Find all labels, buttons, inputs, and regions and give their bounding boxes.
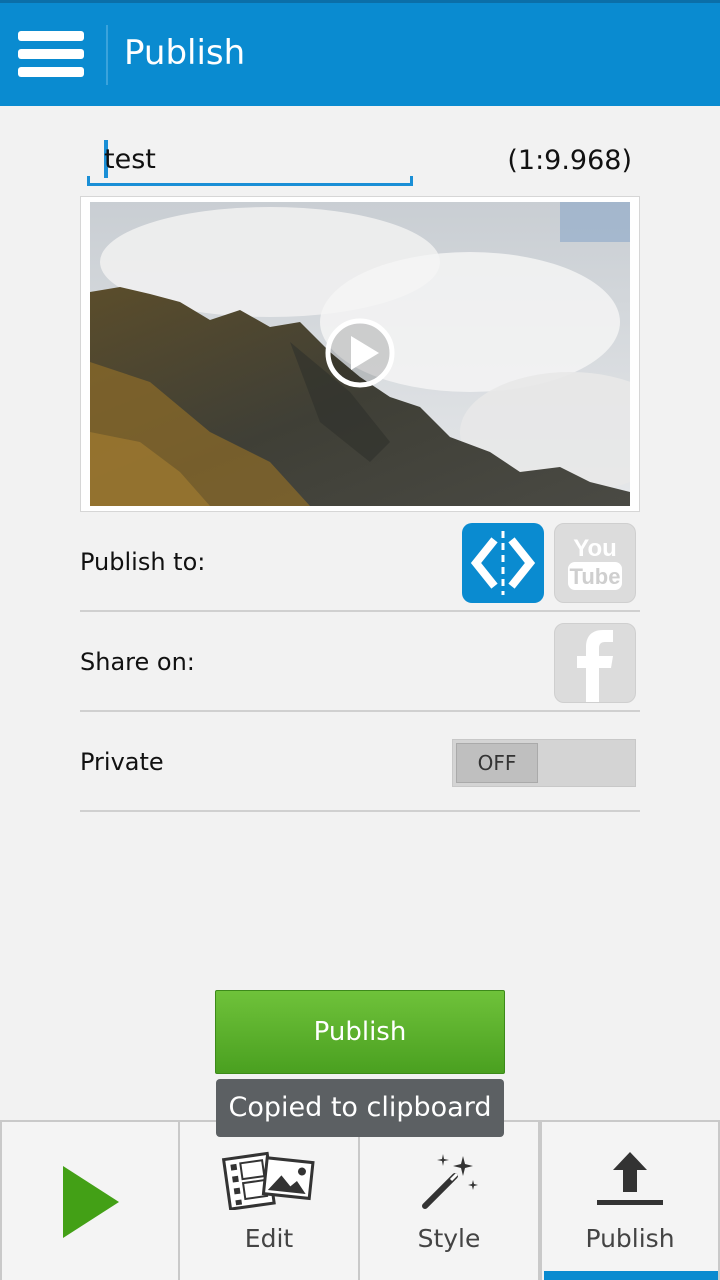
film-photo-icon	[180, 1150, 358, 1214]
toast-message: Copied to clipboard	[216, 1079, 504, 1137]
magic-wand-icon	[360, 1150, 538, 1218]
publish-to-row: Publish to: You Tube	[80, 512, 640, 612]
video-title-input[interactable]: test	[87, 138, 413, 186]
bottom-nav: Edit Style Publish	[0, 1120, 720, 1280]
tab-play[interactable]	[0, 1120, 180, 1280]
youtube-icon[interactable]: You Tube	[554, 523, 636, 603]
video-duration: (1:9.968)	[507, 145, 632, 176]
private-toggle-state: OFF	[456, 743, 538, 783]
hamburger-menu-icon[interactable]	[18, 29, 86, 79]
tab-style-label: Style	[417, 1224, 481, 1253]
wevideo-logo-icon[interactable]	[462, 523, 544, 603]
play-circle-icon[interactable]	[325, 318, 395, 388]
facebook-icon[interactable]	[554, 623, 636, 703]
active-tab-indicator	[544, 1271, 718, 1280]
page-title: Publish	[124, 33, 246, 73]
video-title-value: test	[104, 144, 156, 175]
private-row: Private OFF	[80, 712, 640, 812]
tab-publish[interactable]: Publish	[540, 1120, 720, 1280]
publish-to-label: Publish to:	[80, 548, 206, 576]
app-bar: Publish	[0, 0, 720, 106]
play-icon	[2, 1162, 178, 1246]
private-toggle[interactable]: OFF	[452, 739, 636, 787]
private-label: Private	[80, 748, 164, 776]
app-bar-divider	[106, 25, 108, 85]
youtube-text-you: You	[573, 535, 617, 562]
share-on-label: Share on:	[80, 648, 195, 676]
tab-edit-label: Edit	[244, 1224, 294, 1253]
share-on-row: Share on:	[80, 612, 640, 712]
upload-icon	[542, 1150, 718, 1214]
tab-edit[interactable]: Edit	[180, 1120, 360, 1280]
tab-style[interactable]: Style	[360, 1120, 540, 1280]
youtube-text-tube: Tube	[570, 564, 621, 589]
publish-button[interactable]: Publish	[215, 990, 505, 1074]
tab-publish-label: Publish	[585, 1224, 675, 1253]
